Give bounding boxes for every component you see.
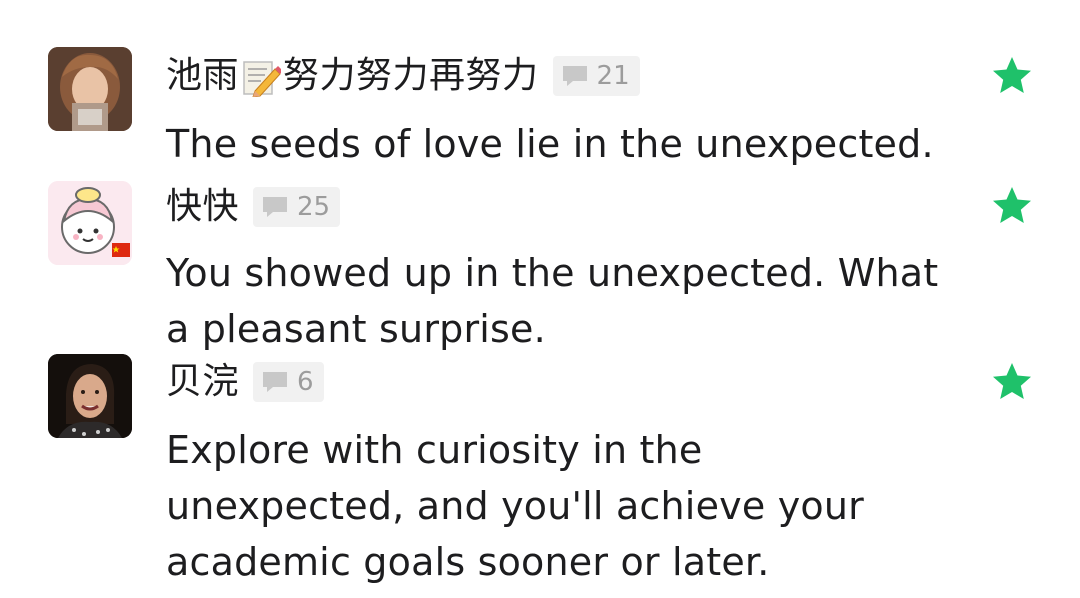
reply-count-badge[interactable]: 6 bbox=[253, 362, 324, 402]
avatar[interactable] bbox=[48, 47, 132, 131]
comment-bubble-icon bbox=[263, 197, 288, 217]
comment-item: 贝浣 6 Explore with curiosity in the unexp… bbox=[0, 350, 1080, 598]
username[interactable]: 贝浣 bbox=[166, 354, 239, 410]
comment-text: The seeds of love lie in the unexpected. bbox=[166, 116, 966, 172]
reply-count: 21 bbox=[596, 61, 630, 91]
comment-bubble-icon bbox=[263, 372, 288, 392]
comment-header: 池雨 努力努力再努力 21 bbox=[166, 48, 640, 104]
comment-text: You showed up in the unexpected. What a … bbox=[166, 245, 966, 357]
comment-text-line: a pleasant surprise. bbox=[166, 307, 546, 351]
comment-text-line: academic goals sooner or later. bbox=[166, 540, 770, 584]
reply-count-badge[interactable]: 25 bbox=[253, 187, 341, 227]
username-part: 池雨 bbox=[166, 55, 240, 96]
memo-pencil-icon bbox=[243, 61, 282, 97]
username[interactable]: 池雨 努力努力再努力 bbox=[166, 48, 539, 104]
star-icon[interactable] bbox=[990, 184, 1034, 228]
username[interactable]: 快快 bbox=[166, 179, 239, 235]
comment-header: 快快 25 bbox=[166, 179, 341, 235]
comment-text-line: Explore with curiosity in the bbox=[166, 428, 703, 472]
comment-header: 贝浣 6 bbox=[166, 354, 324, 410]
star-icon[interactable] bbox=[990, 360, 1034, 404]
avatar-image bbox=[48, 47, 132, 131]
comment-text-line: The seeds of love lie in the unexpected. bbox=[166, 122, 934, 166]
avatar[interactable] bbox=[48, 181, 132, 265]
comment-item: 快快 25 You showed up in the unexpected. W… bbox=[0, 175, 1080, 351]
star-icon[interactable] bbox=[990, 54, 1034, 98]
comment-item: 池雨 努力努力再努力 21 The seeds of love lie in t… bbox=[0, 0, 1080, 175]
avatar[interactable] bbox=[48, 354, 132, 438]
reply-count: 6 bbox=[297, 367, 314, 397]
avatar-image bbox=[48, 354, 132, 438]
username-part: 努力努力再努力 bbox=[283, 55, 539, 96]
reply-count: 25 bbox=[297, 192, 331, 222]
comment-text-line: You showed up in the unexpected. What bbox=[166, 251, 939, 295]
avatar-image bbox=[48, 181, 132, 265]
comment-bubble-icon bbox=[562, 66, 587, 86]
comment-text: Explore with curiosity in the unexpected… bbox=[166, 422, 966, 590]
reply-count-badge[interactable]: 21 bbox=[552, 56, 640, 96]
comment-text-line: unexpected, and you'll achieve your bbox=[166, 484, 864, 528]
